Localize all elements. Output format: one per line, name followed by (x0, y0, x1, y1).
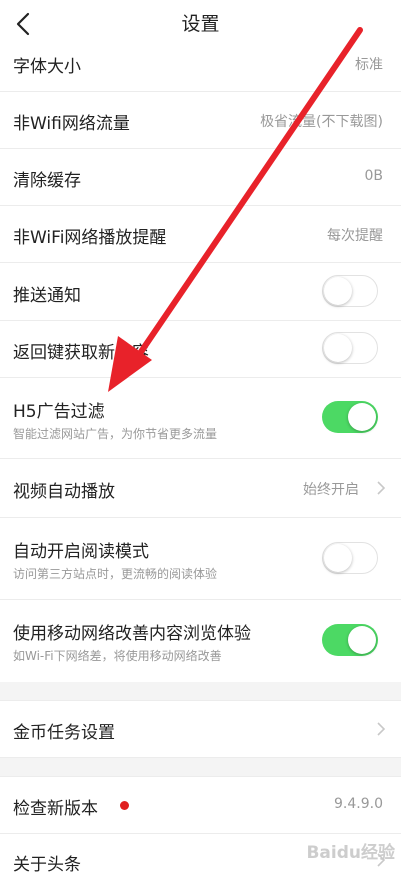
section-gap (0, 758, 401, 776)
video-autoplay-label: 视频自动播放 (13, 482, 115, 502)
push-label: 推送通知 (13, 286, 81, 306)
cache-size-value: 0B (364, 168, 383, 184)
wifi-traffic-value: 极省流量(不下载图) (260, 114, 383, 130)
setting-clear-cache[interactable]: 清除缓存 0B (0, 149, 401, 205)
wifi-traffic-label: 非Wifi网络流量 (13, 114, 130, 134)
about-label: 关于头条 (13, 855, 81, 875)
mobile-net-improve-toggle[interactable] (322, 624, 378, 656)
wifi-play-reminder-label: 非WiFi网络播放提醒 (13, 228, 167, 248)
font-size-label: 字体大小 (13, 57, 81, 77)
section-gap (0, 682, 401, 700)
auto-reader-label: 自动开启阅读模式 (13, 542, 149, 562)
setting-push: 推送通知 (0, 263, 401, 320)
chevron-right-icon (377, 481, 386, 495)
h5-ad-filter-toggle[interactable] (322, 401, 378, 433)
setting-font-size[interactable]: 字体大小 标准 (0, 48, 401, 91)
setting-wifi-traffic[interactable]: 非Wifi网络流量 极省流量(不下载图) (0, 92, 401, 148)
setting-mobile-net-improve: 使用移动网络改善内容浏览体验 如Wi-Fi下网络差，将使用移动网络改善 (0, 600, 401, 682)
video-autoplay-value: 始终开启 (303, 482, 359, 498)
auto-reader-toggle[interactable] (322, 542, 378, 574)
top-bar: 设置 (0, 0, 401, 49)
setting-auto-reader: 自动开启阅读模式 访问第三方站点时，更流畅的阅读体验 (0, 518, 401, 599)
chevron-right-icon (377, 722, 386, 736)
setting-video-autoplay[interactable]: 视频自动播放 始终开启 (0, 459, 401, 517)
clear-cache-label: 清除缓存 (13, 171, 81, 191)
back-refresh-label: 返回键获取新内容 (13, 343, 149, 363)
font-size-value: 标准 (355, 57, 383, 73)
mobile-net-improve-desc: 如Wi-Fi下网络差，将使用移动网络改善 (13, 649, 222, 663)
update-badge-dot (120, 801, 129, 810)
setting-h5-ad-filter: H5广告过滤 智能过滤网站广告，为你节省更多流量 (0, 378, 401, 458)
back-refresh-toggle[interactable] (322, 332, 378, 364)
h5-ad-filter-desc: 智能过滤网站广告，为你节省更多流量 (13, 427, 218, 441)
auto-reader-desc: 访问第三方站点时，更流畅的阅读体验 (13, 567, 218, 581)
setting-wifi-play-reminder[interactable]: 非WiFi网络播放提醒 每次提醒 (0, 206, 401, 262)
push-toggle[interactable] (322, 275, 378, 307)
setting-coin-tasks[interactable]: 金币任务设置 (0, 700, 401, 758)
version-value: 9.4.9.0 (334, 796, 383, 812)
mobile-net-improve-label: 使用移动网络改善内容浏览体验 (13, 624, 251, 644)
watermark: Baidu经验 (306, 843, 395, 863)
h5-ad-filter-label: H5广告过滤 (13, 402, 105, 422)
page-title: 设置 (181, 13, 220, 35)
setting-check-update[interactable]: 检查新版本 9.4.9.0 (0, 776, 401, 833)
check-update-label: 检查新版本 (13, 799, 98, 819)
wifi-play-reminder-value: 每次提醒 (327, 228, 383, 244)
coin-tasks-label: 金币任务设置 (13, 723, 115, 743)
setting-back-refresh: 返回键获取新内容 (0, 321, 401, 377)
